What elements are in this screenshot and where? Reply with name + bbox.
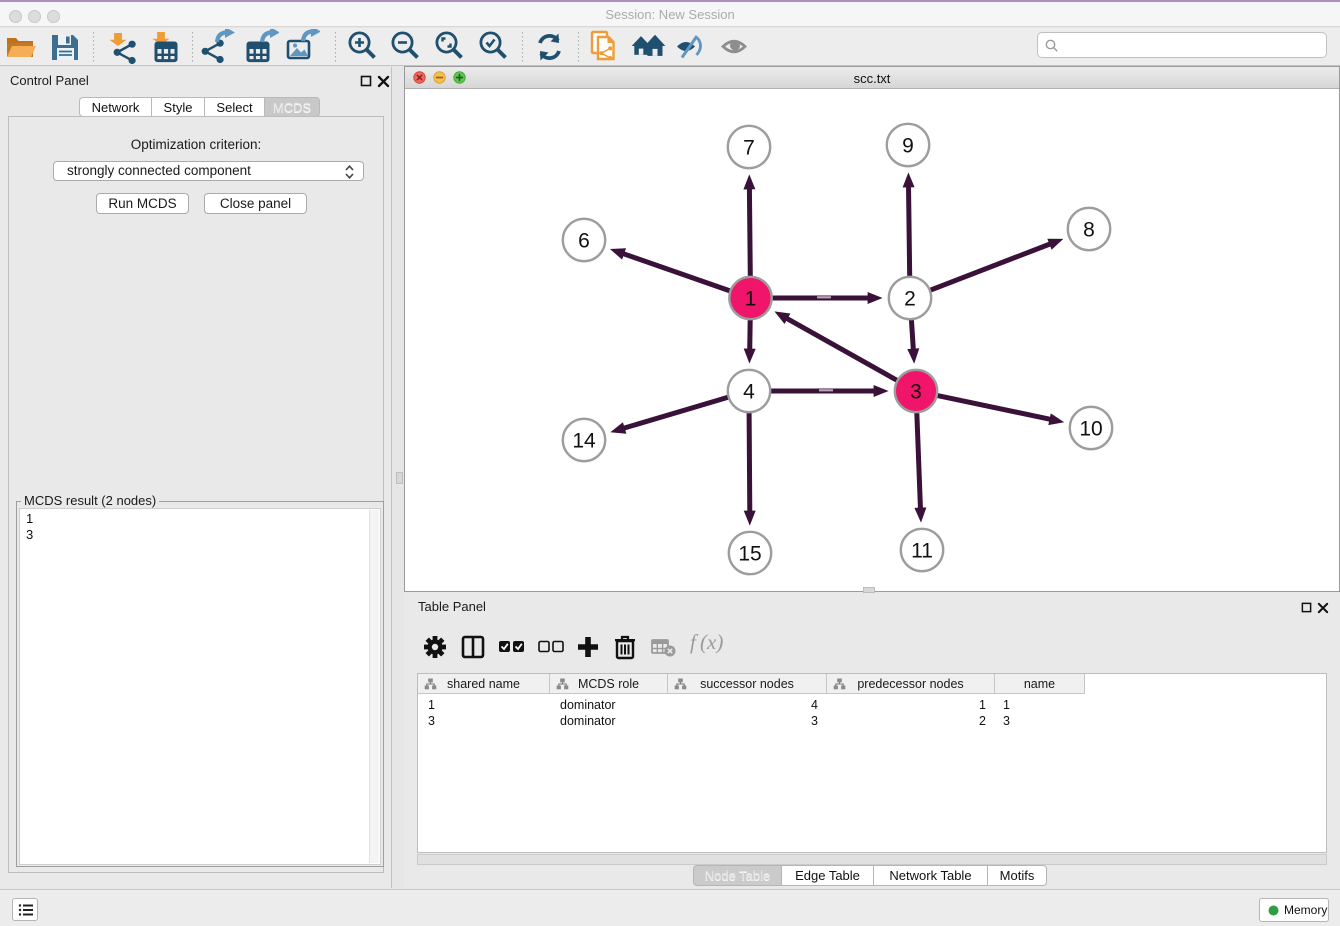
svg-text:4: 4 xyxy=(743,381,755,404)
svg-text:1: 1 xyxy=(745,288,757,311)
svg-text:8: 8 xyxy=(1083,219,1095,242)
svg-text:9: 9 xyxy=(902,135,914,158)
svg-text:3: 3 xyxy=(910,381,922,404)
svg-text:14: 14 xyxy=(572,430,596,453)
svg-text:2: 2 xyxy=(904,288,916,311)
svg-text:15: 15 xyxy=(738,543,761,566)
svg-text:11: 11 xyxy=(911,540,933,563)
svg-text:10: 10 xyxy=(1079,418,1102,441)
svg-text:7: 7 xyxy=(743,137,755,160)
svg-text:6: 6 xyxy=(578,230,590,253)
